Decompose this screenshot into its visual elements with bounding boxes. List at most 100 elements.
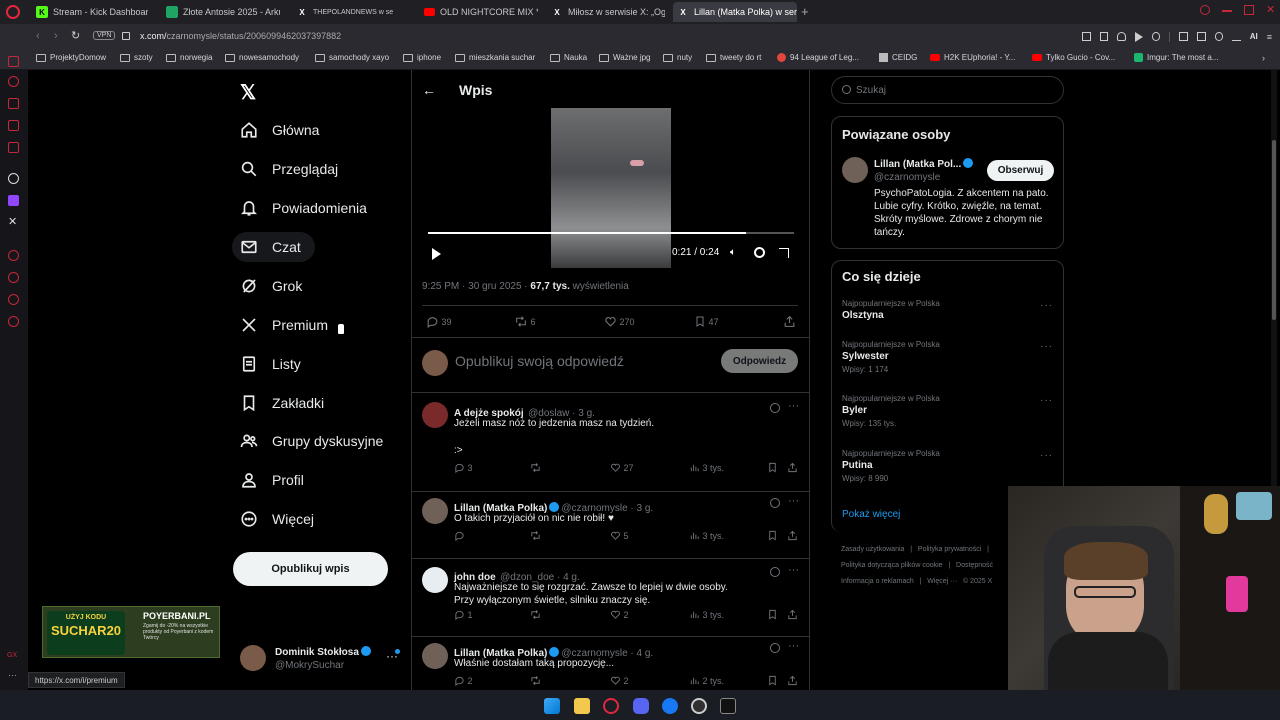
reply-action-repost[interactable] — [530, 609, 544, 620]
x-logo-icon[interactable]: 𝕏 — [240, 80, 256, 105]
reply-more-icon[interactable]: ··· — [788, 400, 799, 412]
post-timestamp[interactable]: 9:25 PM · 30 gru 2025 · — [422, 281, 530, 292]
grok-icon[interactable] — [770, 498, 780, 508]
bookmarks-overflow-icon[interactable]: › — [1262, 53, 1265, 63]
footer-links-1[interactable]: Zasady użytkowania | Polityka prywatnośc… — [841, 546, 989, 553]
action-repost[interactable]: 6 — [514, 315, 536, 328]
bookmark-item[interactable]: ProjektyDomow — [36, 53, 106, 62]
reply-action-repost[interactable] — [530, 675, 544, 686]
maximize-icon[interactable] — [1244, 5, 1254, 15]
wallet-icon[interactable] — [1196, 32, 1206, 41]
reply-item[interactable]: Lillan (Matka Polka) @czarnomysle · 4 g. ·… — [412, 636, 810, 698]
volume-icon[interactable]: 🔈︎ — [730, 247, 736, 258]
sidebar-app-icon[interactable] — [8, 56, 19, 67]
action-like[interactable]: 270 — [604, 315, 635, 328]
video-player[interactable]: 0:21 / 0:24 🔈︎ — [422, 108, 798, 268]
reply-action-like[interactable]: 2 — [610, 675, 629, 686]
back-arrow-icon[interactable]: ← — [422, 82, 436, 98]
extensions-icon[interactable] — [1179, 32, 1188, 41]
history-icon[interactable] — [8, 272, 19, 283]
reply-action-reply[interactable]: 2 — [454, 675, 473, 686]
heart-icon[interactable] — [1151, 32, 1161, 41]
tab-youtube[interactable]: OLD NIGHTCORE MIX *20 — [420, 2, 538, 22]
sidebar-app-icon[interactable] — [8, 76, 19, 87]
avatar[interactable] — [422, 402, 448, 428]
bookmark-item[interactable]: samochody xayo — [315, 53, 389, 62]
grok-icon[interactable] — [770, 403, 780, 413]
sidebar-app-icon[interactable] — [8, 294, 19, 305]
reload-icon[interactable]: ↻ — [71, 29, 80, 42]
trend-item[interactable]: Najpopularniejsze w Polska Putina Wpisy: 8… — [842, 449, 940, 483]
adblock-icon[interactable] — [1117, 32, 1126, 41]
bookmark-item[interactable]: mieszkania suchar — [455, 53, 535, 62]
bookmark-item[interactable]: Tylko Gucio - Cov... — [1032, 53, 1115, 62]
bookmark-item[interactable]: Ważne jpg — [599, 53, 651, 62]
avatar[interactable] — [422, 643, 448, 669]
nav-more[interactable]: Więcej — [232, 504, 314, 534]
window-controls[interactable]: ✕ — [1200, 5, 1276, 17]
nav-grok[interactable]: Grok — [232, 271, 302, 301]
trend-item[interactable]: Najpopularniejsze w Polska Sylwester Wpisy… — [842, 340, 940, 374]
account-switcher[interactable]: Dominik Stokłosa @MokrySuchar ··· — [240, 643, 405, 675]
bookmark-page-icon[interactable] — [1082, 32, 1091, 41]
trend-more-icon[interactable]: ··· — [1040, 450, 1053, 461]
aria-ai-button[interactable]: AI — [1250, 32, 1258, 42]
obs-icon[interactable] — [691, 698, 707, 714]
reply-action-like[interactable]: 2 — [610, 609, 629, 620]
reply-action-bookmark[interactable] — [767, 675, 778, 686]
more-icon[interactable]: ··· — [8, 670, 17, 680]
sidebar-app-icon[interactable] — [8, 250, 19, 261]
trend-more-icon[interactable]: ··· — [1040, 300, 1053, 311]
tab-x-polandnews[interactable]: X THEPOLANDNEWS w se — [292, 2, 410, 22]
nav-profile[interactable]: Profil — [232, 465, 304, 495]
reply-action-views[interactable]: 3 tys. — [689, 530, 724, 541]
reply-item[interactable]: A dejże spokój @doslaw · 3 g. ··· Jeżeli m… — [412, 400, 810, 486]
tab-x-lillan[interactable]: X Lillan (Matka Polka) w serw — [673, 2, 797, 22]
sidebar-app-icon[interactable] — [8, 142, 19, 153]
related-name[interactable]: Lillan (Matka Pol... — [874, 158, 975, 170]
reply-action-views[interactable]: 3 tys. — [689, 462, 724, 473]
reply-action-share[interactable] — [787, 609, 798, 620]
file-explorer-icon[interactable] — [574, 698, 590, 714]
minimize-icon[interactable] — [1222, 10, 1232, 12]
reply-input[interactable]: Opublikuj swoją odpowiedź — [455, 353, 624, 369]
nav-explore[interactable]: Przeglądaj — [232, 154, 338, 184]
nav-notifications[interactable]: Powiadomienia — [232, 193, 367, 223]
reply-action-share[interactable] — [787, 675, 798, 686]
nav-home[interactable]: Główna — [232, 115, 319, 145]
reply-action-repost[interactable] — [530, 462, 544, 473]
nav-premium[interactable]: Premium — [232, 310, 328, 340]
sidebar-app-icon[interactable] — [8, 98, 19, 109]
post-button[interactable]: Opublikuj wpis — [233, 552, 388, 586]
sidebar-app-icon[interactable] — [8, 120, 19, 131]
reply-more-icon[interactable]: ··· — [788, 564, 799, 576]
vpn-badge[interactable]: VPN — [93, 31, 116, 40]
menu-icon[interactable]: ≡ — [1267, 32, 1272, 42]
trend-more-icon[interactable]: ··· — [1040, 395, 1053, 406]
grok-icon[interactable] — [770, 567, 780, 577]
footer-links-3[interactable]: Informacja o reklamach | Więcej ··· © 20… — [841, 578, 992, 585]
trend-item[interactable]: Najpopularniejsze w Polska Olsztyna — [842, 299, 940, 321]
nav-communities[interactable]: Grupy dyskusyjne — [232, 426, 383, 456]
reply-action-views[interactable]: 3 tys. — [689, 609, 724, 620]
action-bookmark[interactable]: 47 — [694, 315, 719, 328]
reply-action-bookmark[interactable] — [767, 530, 778, 541]
footer-links-2[interactable]: Polityka dotycząca plików cookie | Dostę… — [841, 562, 993, 569]
nav-lists[interactable]: Listy — [232, 349, 301, 379]
bookmark-item[interactable]: szoty — [120, 53, 153, 62]
reply-action-bookmark[interactable] — [767, 462, 778, 473]
forward-icon[interactable]: › — [54, 30, 58, 42]
reply-action-reply[interactable]: 3 — [454, 462, 473, 473]
bookmark-item[interactable]: Imgur: The most a... — [1134, 53, 1218, 62]
reply-submit-button[interactable]: Odpowiedz — [721, 349, 798, 373]
fullscreen-icon[interactable] — [779, 248, 789, 258]
action-share[interactable] — [783, 315, 796, 328]
reply-action-share[interactable] — [787, 462, 798, 473]
reply-more-icon[interactable]: ··· — [788, 495, 799, 507]
follow-button[interactable]: Obserwuj — [987, 160, 1054, 181]
twitch-icon[interactable] — [8, 195, 19, 206]
reply-action-share[interactable] — [787, 530, 798, 541]
show-more-link[interactable]: Pokaż więcej — [842, 509, 900, 520]
bookmark-item[interactable]: tweety do rt — [706, 53, 761, 62]
play-icon[interactable] — [1134, 32, 1143, 42]
